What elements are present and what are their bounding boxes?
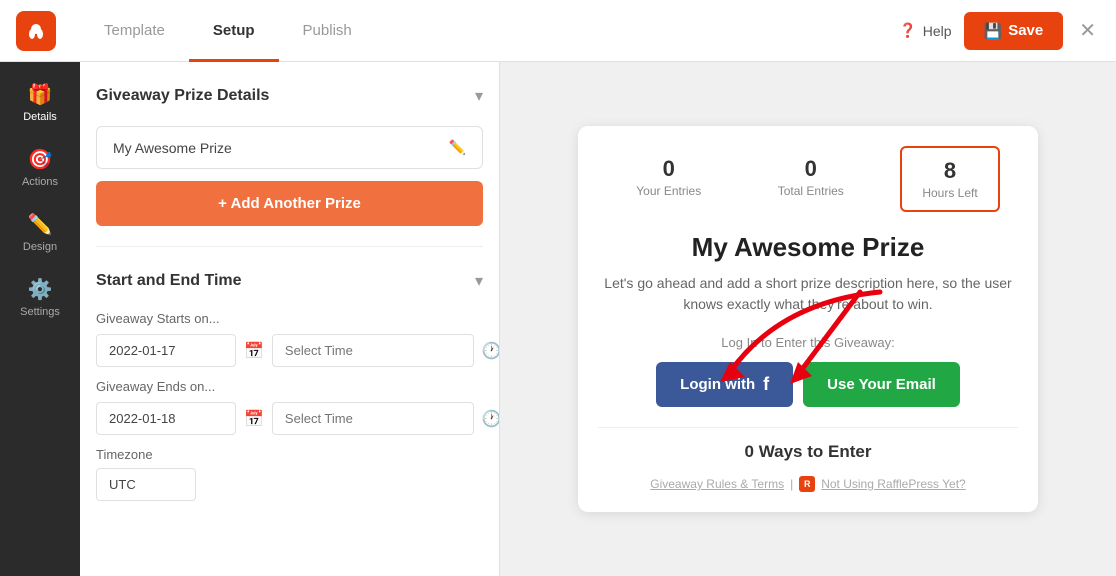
save-button[interactable]: 💾 Save: [964, 12, 1064, 50]
nav-tabs: Template Setup Publish: [80, 1, 899, 60]
prize-section-title: Giveaway Prize Details: [96, 87, 269, 105]
nav-tab-template[interactable]: Template: [80, 2, 189, 62]
login-email-button[interactable]: Use Your Email: [803, 362, 960, 407]
preview-prize-desc: Let's go ahead and add a short prize des…: [598, 273, 1018, 315]
giveaway-rules-link[interactable]: Giveaway Rules & Terms: [650, 477, 784, 491]
total-entries-stat: 0 Total Entries: [758, 146, 864, 212]
ends-label: Giveaway Ends on...: [96, 379, 483, 394]
your-entries-stat: 0 Your Entries: [616, 146, 721, 212]
section-divider: [96, 246, 483, 247]
settings-icon: ⚙️: [28, 277, 53, 302]
prize-section-header: Giveaway Prize Details ▾: [96, 78, 483, 114]
end-date-row: 📅 🕐: [96, 402, 483, 435]
prize-chevron-icon[interactable]: ▾: [475, 86, 483, 106]
time-chevron-icon[interactable]: ▾: [475, 271, 483, 291]
actions-icon: 🎯: [28, 147, 53, 172]
close-button[interactable]: ✕: [1075, 14, 1100, 47]
prize-name: My Awesome Prize: [113, 140, 232, 156]
start-time-icon[interactable]: 🕐: [482, 341, 500, 361]
start-calendar-icon[interactable]: 📅: [244, 341, 264, 361]
login-email-label: Use Your Email: [827, 376, 936, 393]
sidebar-item-settings[interactable]: ⚙️ Settings: [0, 265, 80, 330]
sidebar-item-details[interactable]: 🎁 Details: [0, 70, 80, 135]
logo: [16, 11, 56, 51]
help-button[interactable]: ❓ Help: [899, 22, 951, 39]
start-date-input[interactable]: [96, 334, 236, 367]
preview-card: 0 Your Entries 0 Total Entries 8 Hours L…: [578, 126, 1038, 512]
design-icon: ✏️: [28, 212, 53, 237]
preview-prize-title: My Awesome Prize: [598, 232, 1018, 263]
details-icon: 🎁: [28, 82, 53, 107]
right-panel: 0 Your Entries 0 Total Entries 8 Hours L…: [500, 62, 1116, 576]
hours-left-label: Hours Left: [922, 186, 977, 200]
sidebar: 🎁 Details 🎯 Actions ✏️ Design ⚙️ Setting…: [0, 62, 80, 576]
timezone-value: UTC: [96, 468, 196, 501]
start-time-input[interactable]: [272, 334, 474, 367]
ways-to-enter: 0 Ways to Enter: [598, 427, 1018, 462]
nav-tab-publish[interactable]: Publish: [279, 2, 376, 62]
sidebar-item-design[interactable]: ✏️ Design: [0, 200, 80, 265]
hours-left-stat: 8 Hours Left: [900, 146, 999, 212]
save-icon: 💾: [984, 22, 1003, 40]
timezone-label: Timezone: [96, 447, 483, 462]
hours-left-value: 8: [922, 158, 977, 184]
ways-title: 0 Ways to Enter: [598, 442, 1018, 462]
add-prize-label: + Add Another Prize: [218, 195, 361, 212]
top-nav: Template Setup Publish ❓ Help 💾 Save ✕: [0, 0, 1116, 62]
time-section-header: Start and End Time ▾: [96, 263, 483, 299]
date-section: Giveaway Starts on... 📅 🕐 Giveaway Ends …: [96, 311, 483, 501]
your-entries-label: Your Entries: [636, 184, 701, 198]
footer-links: Giveaway Rules & Terms | R Not Using Raf…: [598, 476, 1018, 492]
total-entries-value: 0: [778, 156, 844, 182]
footer-divider: |: [790, 477, 793, 491]
left-panel: Giveaway Prize Details ▾ My Awesome Priz…: [80, 62, 500, 576]
rafflepress-logo-icon: R: [799, 476, 815, 492]
login-fb-label: Login with: [680, 376, 755, 393]
facebook-icon: f: [763, 374, 769, 395]
sidebar-item-actions[interactable]: 🎯 Actions: [0, 135, 80, 200]
login-facebook-button[interactable]: Login with f: [656, 362, 793, 407]
starts-label: Giveaway Starts on...: [96, 311, 483, 326]
login-buttons: Login with f Use Your Email: [598, 362, 1018, 407]
main-layout: 🎁 Details 🎯 Actions ✏️ Design ⚙️ Setting…: [0, 62, 1116, 576]
edit-prize-icon[interactable]: ✏️: [449, 139, 466, 156]
nav-tab-setup[interactable]: Setup: [189, 2, 279, 62]
time-section-title: Start and End Time: [96, 272, 242, 290]
add-prize-button[interactable]: + Add Another Prize: [96, 181, 483, 226]
not-using-link[interactable]: Not Using RafflePress Yet?: [821, 477, 966, 491]
end-date-input[interactable]: [96, 402, 236, 435]
end-calendar-icon[interactable]: 📅: [244, 409, 264, 429]
end-time-input[interactable]: [272, 402, 474, 435]
stats-row: 0 Your Entries 0 Total Entries 8 Hours L…: [598, 146, 1018, 212]
help-circle-icon: ❓: [899, 22, 916, 39]
start-date-row: 📅 🕐: [96, 334, 483, 367]
nav-right: ❓ Help 💾 Save ✕: [899, 12, 1100, 50]
your-entries-value: 0: [636, 156, 701, 182]
end-time-icon[interactable]: 🕐: [482, 409, 500, 429]
total-entries-label: Total Entries: [778, 184, 844, 198]
login-label: Log In to Enter this Giveaway:: [598, 335, 1018, 350]
prize-item: My Awesome Prize ✏️: [96, 126, 483, 169]
logo-icon: [24, 19, 48, 43]
